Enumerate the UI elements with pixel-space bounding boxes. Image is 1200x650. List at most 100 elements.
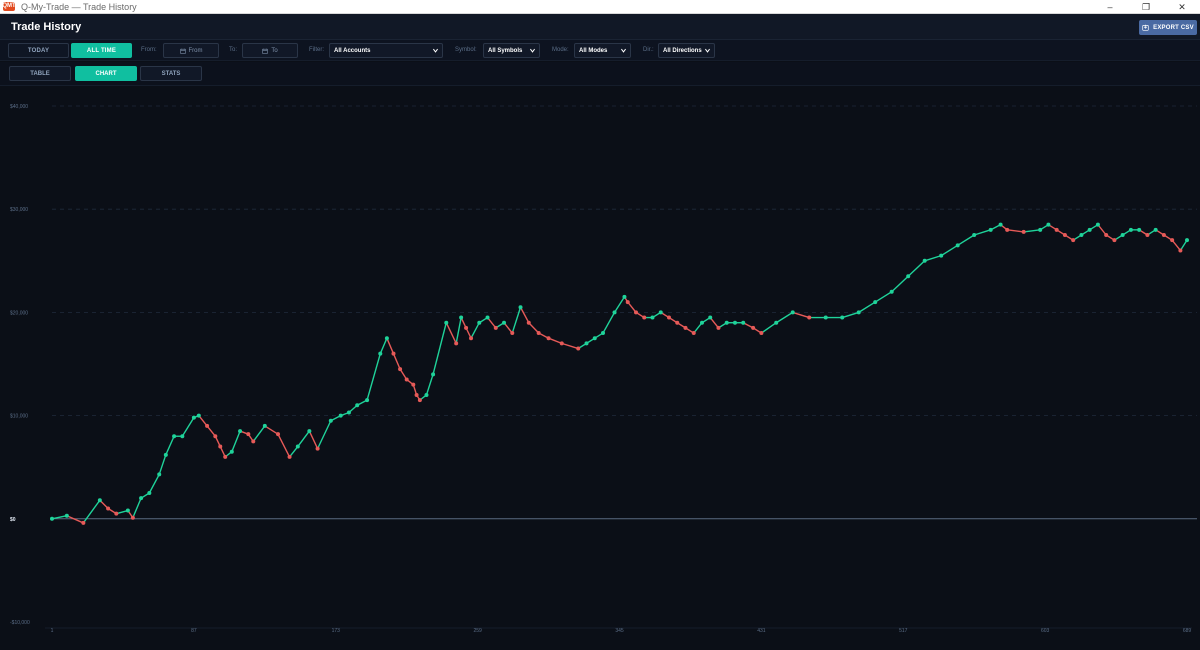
series-segment bbox=[775, 311, 794, 324]
y-tick-label: -$10,000 bbox=[10, 620, 30, 626]
export-csv-button[interactable]: EXPORT CSV bbox=[1139, 20, 1197, 35]
series-point bbox=[675, 320, 680, 325]
tab-chart[interactable]: CHART bbox=[75, 66, 137, 81]
series-segment bbox=[252, 425, 266, 442]
all-time-button[interactable]: ALL TIME bbox=[71, 43, 132, 58]
y-tick-label: $10,000 bbox=[10, 414, 28, 420]
series-point bbox=[691, 331, 696, 336]
to-date-input[interactable]: To bbox=[242, 43, 298, 58]
to-date-placeholder: To bbox=[271, 47, 278, 54]
series-point bbox=[559, 341, 564, 346]
series-segment bbox=[602, 312, 616, 334]
direction-select-value: All Directions bbox=[663, 47, 702, 54]
series-point bbox=[97, 498, 102, 503]
tab-table[interactable]: TABLE bbox=[9, 66, 71, 81]
series-point bbox=[1038, 227, 1043, 232]
symbol-select-value: All Symbols bbox=[488, 47, 523, 54]
window-title: Q-My-Trade — Trade History bbox=[21, 1, 137, 12]
from-date-placeholder: From bbox=[188, 47, 203, 54]
series-segment bbox=[519, 306, 530, 324]
series-point bbox=[172, 434, 177, 439]
series-point bbox=[724, 320, 729, 325]
series-point bbox=[536, 331, 541, 336]
series-point bbox=[196, 413, 201, 418]
series-segment bbox=[842, 311, 859, 319]
series-point bbox=[790, 310, 795, 315]
calendar-icon bbox=[179, 48, 186, 54]
filter-label: Filter: bbox=[309, 47, 324, 53]
series-point bbox=[1046, 222, 1051, 227]
y-tick-label: $0 bbox=[10, 517, 16, 523]
series-segment bbox=[181, 417, 195, 437]
series-point bbox=[246, 432, 251, 437]
minimize-button[interactable]: – bbox=[1092, 0, 1128, 14]
series-point bbox=[998, 222, 1003, 227]
series-point bbox=[759, 331, 764, 336]
series-segment bbox=[760, 322, 777, 334]
direction-select[interactable]: All Directions bbox=[658, 43, 715, 58]
series-point bbox=[584, 341, 589, 346]
mode-select[interactable]: All Modes bbox=[574, 43, 631, 58]
series-segment bbox=[940, 244, 959, 257]
series-point bbox=[464, 325, 469, 330]
account-select[interactable]: All Accounts bbox=[329, 43, 443, 58]
series-point bbox=[64, 513, 69, 518]
series-point bbox=[431, 372, 436, 377]
series-point bbox=[378, 351, 383, 356]
series-point bbox=[1079, 233, 1084, 237]
series-segment bbox=[308, 430, 319, 449]
series-point bbox=[417, 398, 422, 403]
x-tick-label: 1 bbox=[51, 628, 54, 634]
tab-stats[interactable]: STATS bbox=[140, 66, 202, 81]
series-point bbox=[424, 392, 429, 397]
series-point bbox=[518, 305, 523, 310]
series-point bbox=[262, 423, 267, 428]
restore-button[interactable]: ❐ bbox=[1128, 0, 1164, 14]
series-segment bbox=[1007, 229, 1024, 233]
from-date-input[interactable]: From bbox=[163, 43, 219, 58]
series-segment bbox=[548, 337, 563, 345]
series-point bbox=[502, 320, 507, 325]
series-point bbox=[147, 491, 152, 495]
series-segment bbox=[264, 425, 279, 435]
series-point bbox=[444, 320, 449, 325]
series-point bbox=[180, 434, 185, 439]
series-point bbox=[1054, 227, 1059, 232]
series-point bbox=[1137, 227, 1142, 232]
series-point bbox=[642, 315, 647, 320]
series-point bbox=[546, 336, 551, 341]
today-button[interactable]: TODAY bbox=[8, 43, 69, 58]
series-point bbox=[1021, 229, 1026, 234]
series-point bbox=[612, 310, 617, 315]
symbol-select[interactable]: All Symbols bbox=[483, 43, 540, 58]
series-point bbox=[384, 336, 389, 341]
series-segment bbox=[379, 337, 388, 354]
series-point bbox=[906, 274, 911, 279]
series-point bbox=[1005, 227, 1010, 232]
series-segment bbox=[973, 229, 991, 236]
series-segment bbox=[297, 430, 310, 447]
series-point bbox=[774, 320, 779, 325]
x-tick-label: 689 bbox=[1183, 628, 1192, 634]
series-segment bbox=[158, 454, 167, 475]
x-tick-label: 173 bbox=[332, 628, 341, 634]
mode-select-value: All Modes bbox=[579, 47, 608, 54]
y-tick-label: $20,000 bbox=[10, 310, 28, 316]
series-point bbox=[732, 320, 737, 325]
series-point bbox=[355, 403, 360, 408]
series-point bbox=[576, 346, 581, 351]
series-segment bbox=[792, 311, 810, 319]
series-segment bbox=[386, 337, 395, 354]
close-button[interactable]: ✕ bbox=[1164, 0, 1200, 14]
series-point bbox=[741, 320, 746, 325]
series-point bbox=[338, 413, 343, 418]
mode-label: Mode: bbox=[552, 47, 569, 53]
series-point bbox=[125, 508, 130, 513]
series-segment bbox=[366, 353, 381, 401]
view-tab-bar: TABLE CHART STATS bbox=[0, 62, 1200, 86]
export-csv-label: EXPORT CSV bbox=[1153, 24, 1194, 31]
series-point bbox=[708, 315, 713, 320]
series-point bbox=[315, 446, 320, 451]
series-segment bbox=[277, 433, 291, 458]
app-header: Trade History EXPORT CSV bbox=[0, 14, 1200, 40]
